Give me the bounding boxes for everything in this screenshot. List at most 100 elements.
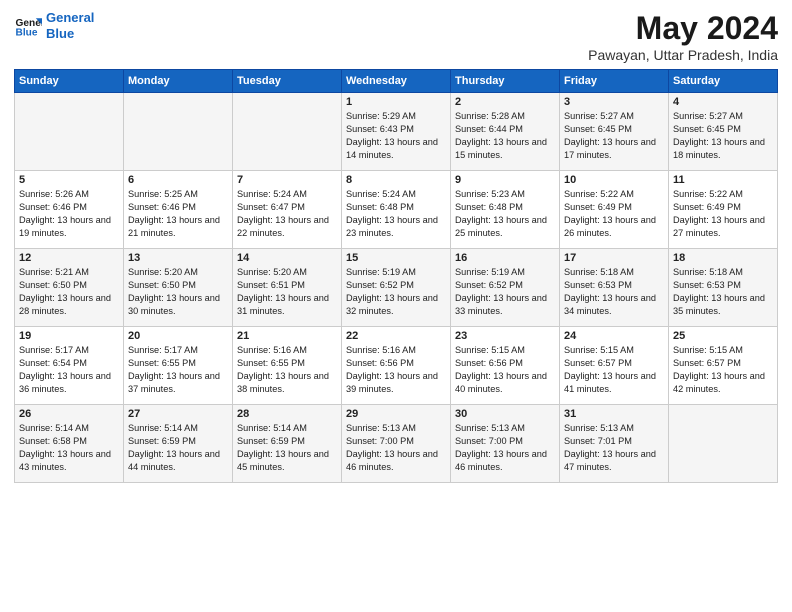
day-number: 22 <box>346 330 446 342</box>
logo: General Blue GeneralBlue <box>14 10 94 41</box>
day-info: Sunrise: 5:16 AMSunset: 6:56 PMDaylight:… <box>346 344 446 396</box>
day-info: Sunrise: 5:15 AMSunset: 6:57 PMDaylight:… <box>564 344 664 396</box>
day-info: Sunrise: 5:14 AMSunset: 6:59 PMDaylight:… <box>128 422 228 474</box>
day-number: 1 <box>346 96 446 108</box>
day-number: 12 <box>19 252 119 264</box>
day-cell: 11 Sunrise: 5:22 AMSunset: 6:49 PMDayligh… <box>669 171 778 249</box>
month-title: May 2024 <box>588 10 778 47</box>
day-cell: 6Sunrise: 5:25 AMSunset: 6:46 PMDaylight… <box>124 171 233 249</box>
day-cell: 15 Sunrise: 5:19 AMSunset: 6:52 PMDayligh… <box>342 249 451 327</box>
day-number: 28 <box>237 408 337 420</box>
day-cell: 18Sunrise: 5:18 AMSunset: 6:53 PMDayligh… <box>669 249 778 327</box>
day-cell: 19 Sunrise: 5:17 AMSunset: 6:54 PMDayligh… <box>15 327 124 405</box>
day-number: 30 <box>455 408 555 420</box>
col-friday: Friday <box>560 70 669 93</box>
day-cell: 5 Sunrise: 5:26 AMSunset: 6:46 PMDaylight… <box>15 171 124 249</box>
day-info: Sunrise: 5:13 AMSunset: 7:00 PMDaylight:… <box>346 422 446 474</box>
day-number: 16 <box>455 252 555 264</box>
day-cell: 25Sunrise: 5:15 AMSunset: 6:57 PMDayligh… <box>669 327 778 405</box>
day-cell: 8 Sunrise: 5:24 AMSunset: 6:48 PMDaylight… <box>342 171 451 249</box>
day-info: Sunrise: 5:13 AMSunset: 7:00 PMDaylight:… <box>455 422 555 474</box>
day-cell: 12 Sunrise: 5:21 AMSunset: 6:50 PMDayligh… <box>15 249 124 327</box>
col-saturday: Saturday <box>669 70 778 93</box>
day-cell <box>15 93 124 171</box>
day-number: 21 <box>237 330 337 342</box>
day-cell: 24 Sunrise: 5:15 AMSunset: 6:57 PMDayligh… <box>560 327 669 405</box>
day-number: 2 <box>455 96 555 108</box>
day-cell: 9 Sunrise: 5:23 AMSunset: 6:48 PMDaylight… <box>451 171 560 249</box>
day-number: 4 <box>673 96 773 108</box>
day-number: 3 <box>564 96 664 108</box>
week-row-4: 19 Sunrise: 5:17 AMSunset: 6:54 PMDayligh… <box>15 327 778 405</box>
day-info: Sunrise: 5:19 AMSunset: 6:52 PMDaylight:… <box>455 266 555 318</box>
day-cell <box>124 93 233 171</box>
day-info: Sunrise: 5:28 AMSunset: 6:44 PMDaylight:… <box>455 110 555 162</box>
week-row-2: 5 Sunrise: 5:26 AMSunset: 6:46 PMDaylight… <box>15 171 778 249</box>
svg-text:Blue: Blue <box>16 27 38 38</box>
day-info: Sunrise: 5:27 AMSunset: 6:45 PMDaylight:… <box>673 110 773 162</box>
day-number: 9 <box>455 174 555 186</box>
day-number: 29 <box>346 408 446 420</box>
day-cell: 23 Sunrise: 5:15 AMSunset: 6:56 PMDayligh… <box>451 327 560 405</box>
day-number: 6 <box>128 174 228 186</box>
day-cell: 28 Sunrise: 5:14 AMSunset: 6:59 PMDayligh… <box>233 405 342 483</box>
day-cell: 4 Sunrise: 5:27 AMSunset: 6:45 PMDaylight… <box>669 93 778 171</box>
day-info: Sunrise: 5:21 AMSunset: 6:50 PMDaylight:… <box>19 266 119 318</box>
day-info: Sunrise: 5:22 AMSunset: 6:49 PMDaylight:… <box>673 188 773 240</box>
day-number: 26 <box>19 408 119 420</box>
day-number: 25 <box>673 330 773 342</box>
day-cell: 22 Sunrise: 5:16 AMSunset: 6:56 PMDayligh… <box>342 327 451 405</box>
day-number: 31 <box>564 408 664 420</box>
day-info: Sunrise: 5:27 AMSunset: 6:45 PMDaylight:… <box>564 110 664 162</box>
day-cell: 1 Sunrise: 5:29 AMSunset: 6:43 PMDaylight… <box>342 93 451 171</box>
day-cell: 30 Sunrise: 5:13 AMSunset: 7:00 PMDayligh… <box>451 405 560 483</box>
day-info: Sunrise: 5:16 AMSunset: 6:55 PMDaylight:… <box>237 344 337 396</box>
calendar-container: General Blue GeneralBlue May 2024 Pawaya… <box>0 0 792 612</box>
day-info: Sunrise: 5:23 AMSunset: 6:48 PMDaylight:… <box>455 188 555 240</box>
day-info: Sunrise: 5:26 AMSunset: 6:46 PMDaylight:… <box>19 188 119 240</box>
day-cell <box>669 405 778 483</box>
day-number: 20 <box>128 330 228 342</box>
day-cell: 7Sunrise: 5:24 AMSunset: 6:47 PMDaylight… <box>233 171 342 249</box>
day-info: Sunrise: 5:24 AMSunset: 6:48 PMDaylight:… <box>346 188 446 240</box>
calendar-table: Sunday Monday Tuesday Wednesday Thursday… <box>14 69 778 483</box>
day-number: 24 <box>564 330 664 342</box>
day-number: 5 <box>19 174 119 186</box>
header: General Blue GeneralBlue May 2024 Pawaya… <box>14 10 778 63</box>
day-cell: 21 Sunrise: 5:16 AMSunset: 6:55 PMDayligh… <box>233 327 342 405</box>
day-info: Sunrise: 5:17 AMSunset: 6:54 PMDaylight:… <box>19 344 119 396</box>
day-number: 8 <box>346 174 446 186</box>
day-number: 17 <box>564 252 664 264</box>
day-cell: 10Sunrise: 5:22 AMSunset: 6:49 PMDayligh… <box>560 171 669 249</box>
day-cell: 2 Sunrise: 5:28 AMSunset: 6:44 PMDaylight… <box>451 93 560 171</box>
day-number: 27 <box>128 408 228 420</box>
day-info: Sunrise: 5:29 AMSunset: 6:43 PMDaylight:… <box>346 110 446 162</box>
col-thursday: Thursday <box>451 70 560 93</box>
day-info: Sunrise: 5:15 AMSunset: 6:56 PMDaylight:… <box>455 344 555 396</box>
logo-icon: General Blue <box>14 12 42 40</box>
day-cell: 26Sunrise: 5:14 AMSunset: 6:58 PMDayligh… <box>15 405 124 483</box>
logo-text: GeneralBlue <box>46 10 94 41</box>
day-info: Sunrise: 5:13 AMSunset: 7:01 PMDaylight:… <box>564 422 664 474</box>
day-cell: 14Sunrise: 5:20 AMSunset: 6:51 PMDayligh… <box>233 249 342 327</box>
day-info: Sunrise: 5:20 AMSunset: 6:51 PMDaylight:… <box>237 266 337 318</box>
day-number: 19 <box>19 330 119 342</box>
day-number: 11 <box>673 174 773 186</box>
day-cell: 20Sunrise: 5:17 AMSunset: 6:55 PMDayligh… <box>124 327 233 405</box>
day-number: 23 <box>455 330 555 342</box>
day-cell: 31 Sunrise: 5:13 AMSunset: 7:01 PMDayligh… <box>560 405 669 483</box>
day-cell: 29 Sunrise: 5:13 AMSunset: 7:00 PMDayligh… <box>342 405 451 483</box>
day-cell <box>233 93 342 171</box>
day-info: Sunrise: 5:20 AMSunset: 6:50 PMDaylight:… <box>128 266 228 318</box>
day-number: 15 <box>346 252 446 264</box>
week-row-1: 1 Sunrise: 5:29 AMSunset: 6:43 PMDaylight… <box>15 93 778 171</box>
day-cell: 27 Sunrise: 5:14 AMSunset: 6:59 PMDayligh… <box>124 405 233 483</box>
day-info: Sunrise: 5:19 AMSunset: 6:52 PMDaylight:… <box>346 266 446 318</box>
location: Pawayan, Uttar Pradesh, India <box>588 47 778 63</box>
day-info: Sunrise: 5:14 AMSunset: 6:59 PMDaylight:… <box>237 422 337 474</box>
day-cell: 16 Sunrise: 5:19 AMSunset: 6:52 PMDayligh… <box>451 249 560 327</box>
day-number: 7 <box>237 174 337 186</box>
day-cell: 3 Sunrise: 5:27 AMSunset: 6:45 PMDaylight… <box>560 93 669 171</box>
col-monday: Monday <box>124 70 233 93</box>
title-area: May 2024 Pawayan, Uttar Pradesh, India <box>588 10 778 63</box>
